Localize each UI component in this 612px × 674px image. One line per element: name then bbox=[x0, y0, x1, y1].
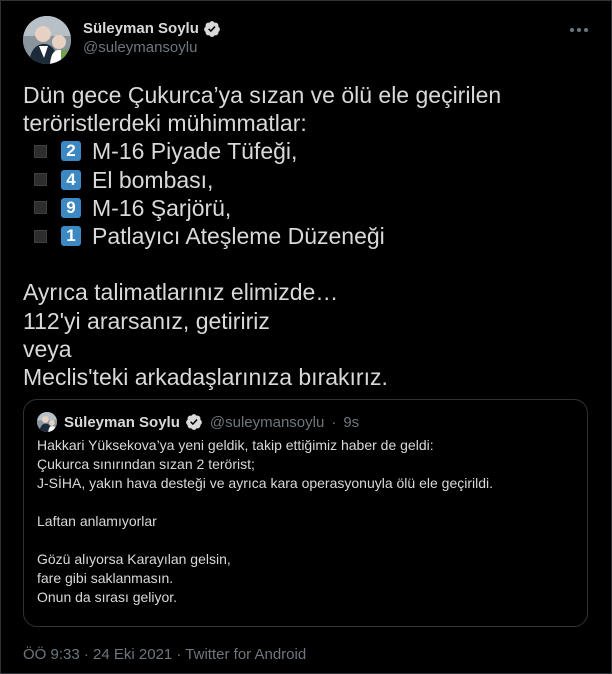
quoted-text-line: Çukurca sınırından sızan 2 terörist; bbox=[37, 456, 255, 472]
square-bullet-icon bbox=[34, 201, 47, 215]
number-keycap-icon: 1 bbox=[61, 226, 81, 247]
quoted-text-line: J-SİHA, yakın hava desteği ve ayrıca kar… bbox=[37, 475, 494, 491]
square-bullet-icon bbox=[34, 173, 47, 187]
square-bullet-icon bbox=[34, 144, 47, 158]
quoted-text-line: Hakkari Yüksekova’ya yeni geldik, takip … bbox=[37, 437, 434, 453]
ammo-item-label: El bombası, bbox=[92, 166, 214, 193]
quoted-tweet-text: Hakkari Yüksekova’ya yeni geldik, takip … bbox=[37, 436, 577, 607]
tweet-text: Dün gece Çukurca’ya sızan ve ölü ele geç… bbox=[23, 81, 593, 391]
tweet-intro-line: teröristlerdeki mühimmatlar: bbox=[23, 110, 307, 137]
quoted-text-line: fare gibi saklanmasın. bbox=[37, 570, 174, 586]
ammo-item-label: Patlayıcı Ateşleme Düzeneği bbox=[92, 222, 385, 249]
tweet-timestamp[interactable]: ÖÖ 9:33 · 24 Eki 2021 · Twitter for Andr… bbox=[23, 646, 306, 663]
ammo-list-item: 1 Patlayıcı Ateşleme Düzeneği bbox=[23, 222, 593, 250]
quoted-profile-photo-icon bbox=[37, 412, 57, 432]
tweet-header: Süleyman Soylu @suleymansoylu bbox=[23, 14, 591, 64]
quoted-text-line: Onun da sırası geliyor. bbox=[37, 589, 178, 605]
author-handle[interactable]: @suleymansoylu bbox=[83, 38, 221, 58]
quoted-tweet-header: Süleyman Soylu @suleymansoylu · 9s bbox=[37, 412, 359, 432]
quoted-display-name: Süleyman Soylu bbox=[64, 413, 180, 431]
author-display-name[interactable]: Süleyman Soylu bbox=[83, 19, 199, 38]
tweet-card: Süleyman Soylu @suleymansoylu Dün gece Ç… bbox=[0, 0, 612, 674]
ammo-list-item: 4 El bombası, bbox=[23, 166, 593, 194]
ammo-list-item: 9 M-16 Şarjörü, bbox=[23, 194, 593, 222]
ammo-list-item: 2 M-16 Piyade Tüfeği, bbox=[23, 137, 593, 165]
quoted-text-line: Gözü alıyorsa Karayılan gelsin, bbox=[37, 551, 231, 567]
profile-photo-icon[interactable] bbox=[23, 16, 71, 64]
quoted-text-line: Laftan anlamıyorlar bbox=[37, 513, 157, 529]
number-keycap-icon: 2 bbox=[61, 141, 81, 162]
number-keycap-icon: 9 bbox=[61, 197, 81, 218]
quoted-tweet[interactable]: Süleyman Soylu @suleymansoylu · 9s Hakka… bbox=[23, 399, 588, 627]
square-bullet-icon bbox=[34, 229, 47, 243]
verified-badge-icon bbox=[203, 20, 221, 38]
tweet-closing-line: Meclis'teki arkadaşlarınıza bırakırız. bbox=[23, 363, 388, 390]
quoted-time: 9s bbox=[343, 413, 360, 431]
tweet-closing-line: Ayrıca talimatlarınız elimizde… bbox=[23, 279, 339, 306]
more-options-icon[interactable] bbox=[567, 18, 591, 42]
verified-badge-icon bbox=[185, 413, 203, 431]
tweet-closing-line: 112'yi ararsanız, getiririz bbox=[23, 307, 270, 334]
ammo-item-label: M-16 Şarjörü, bbox=[92, 194, 232, 221]
author-names: Süleyman Soylu @suleymansoylu bbox=[83, 19, 221, 58]
ammo-item-label: M-16 Piyade Tüfeği, bbox=[92, 138, 298, 165]
tweet-closing-line: veya bbox=[23, 335, 72, 362]
quoted-handle: @suleymansoylu bbox=[209, 413, 325, 431]
number-keycap-icon: 4 bbox=[61, 169, 81, 190]
quoted-separator: · bbox=[331, 413, 337, 431]
tweet-intro-line: Dün gece Çukurca’ya sızan ve ölü ele geç… bbox=[23, 82, 502, 108]
